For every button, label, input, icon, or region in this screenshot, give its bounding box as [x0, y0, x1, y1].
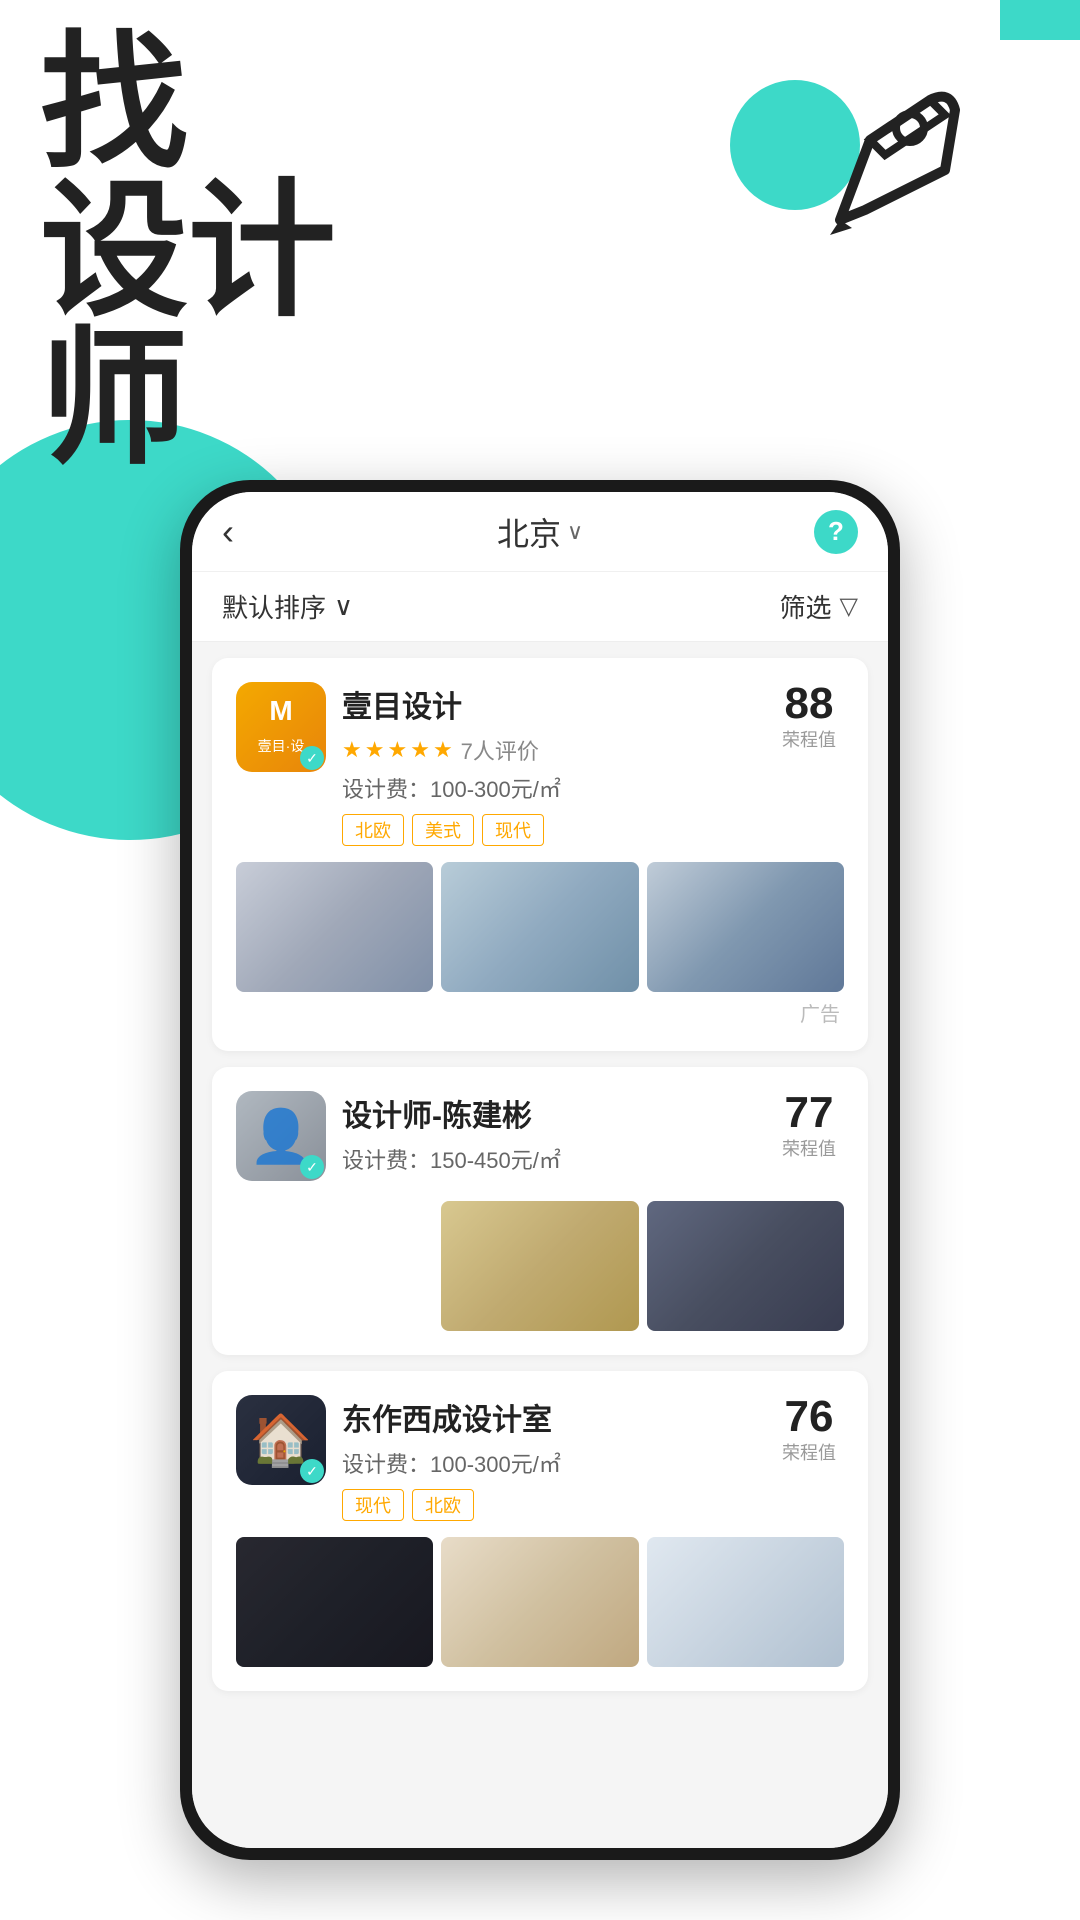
price-2: 设计费：150-450元/㎡ [342, 1143, 774, 1175]
sort-chevron-icon: ∨ [334, 591, 353, 622]
designer-card[interactable]: M壹目·设 ✓ 壹目设计 ★ ★ ★ [212, 658, 868, 1051]
verified-badge-2: ✓ [300, 1155, 324, 1179]
back-button[interactable]: ‹ [222, 511, 234, 553]
hero-line3: 师 [40, 326, 336, 474]
score-box-3: 76 荣程值 [774, 1395, 844, 1465]
room-image-1b [441, 862, 638, 992]
card-left-3: 🏠 ✓ 东作西成设计室 设计费：100-300元/㎡ 现代 北欧 [236, 1395, 774, 1521]
pen-icon [780, 60, 980, 260]
rating-row-1: ★ ★ ★ ★ ★ 7人评价 [342, 734, 774, 766]
help-button[interactable]: ? [814, 510, 858, 554]
image-grid-1 [236, 862, 844, 992]
phone-mockup: ‹ 北京 ∨ ? 默认排序 ∨ 筛选 ▽ [180, 480, 900, 1860]
price-1: 设计费：100-300元/㎡ [342, 772, 774, 804]
cards-container[interactable]: M壹目·设 ✓ 壹目设计 ★ ★ ★ [192, 642, 888, 1848]
card-info-2: 设计师-陈建彬 设计费：150-450元/㎡ [342, 1091, 774, 1185]
avatar-1: M壹目·设 ✓ [236, 682, 326, 772]
card-header-2: 👤 ✓ 设计师-陈建彬 设计费：150-450元/㎡ 77 荣程值 [236, 1091, 844, 1185]
designer-name-2: 设计师-陈建彬 [342, 1091, 774, 1135]
score-label-2: 荣程值 [774, 1135, 844, 1161]
hero-line1: 找 [40, 30, 336, 178]
avatar-2: 👤 ✓ [236, 1091, 326, 1181]
image-grid-3 [236, 1537, 844, 1667]
header-title[interactable]: 北京 ∨ [497, 509, 583, 555]
tags-row-3: 现代 北欧 [342, 1489, 774, 1521]
score-label-1: 荣程值 [774, 726, 844, 752]
image-grid-2 [236, 1201, 844, 1331]
card-header-1: M壹目·设 ✓ 壹目设计 ★ ★ ★ [236, 682, 844, 846]
hero-text-block: 找 设计 师 [40, 30, 336, 474]
designer-card-3[interactable]: 🏠 ✓ 东作西成设计室 设计费：100-300元/㎡ 现代 北欧 [212, 1371, 868, 1691]
tag-american: 美式 [412, 814, 474, 846]
filter-button[interactable]: 筛选 ▽ [780, 588, 858, 625]
verified-badge-3: ✓ [300, 1459, 324, 1483]
price-3: 设计费：100-300元/㎡ [342, 1447, 774, 1479]
tag-modern-3: 现代 [342, 1489, 404, 1521]
score-label-3: 荣程值 [774, 1439, 844, 1465]
score-box-2: 77 荣程值 [774, 1091, 844, 1161]
city-chevron-icon: ∨ [567, 519, 583, 545]
card-info-1: 壹目设计 ★ ★ ★ ★ ★ 7人评价 [342, 682, 774, 846]
tag-nordic: 北欧 [342, 814, 404, 846]
review-count-1: 7人评价 [461, 734, 539, 766]
designer-name-1: 壹目设计 [342, 682, 774, 726]
filter-bar: 默认排序 ∨ 筛选 ▽ [192, 572, 888, 642]
tags-row-1: 北欧 美式 现代 [342, 814, 774, 846]
stars-1: ★ ★ ★ ★ ★ [342, 737, 453, 763]
designer-name-3: 东作西成设计室 [342, 1395, 774, 1439]
card-info-3: 东作西成设计室 设计费：100-300元/㎡ 现代 北欧 [342, 1395, 774, 1521]
verified-badge-1: ✓ [300, 746, 324, 770]
tag-modern: 现代 [482, 814, 544, 846]
tag-nordic-3: 北欧 [412, 1489, 474, 1521]
room-image-2c [647, 1201, 844, 1331]
room-image-3c [647, 1537, 844, 1667]
sort-dropdown[interactable]: 默认排序 ∨ [222, 588, 353, 625]
card-header-3: 🏠 ✓ 东作西成设计室 设计费：100-300元/㎡ 现代 北欧 [236, 1395, 844, 1521]
room-image-2b [441, 1201, 638, 1331]
phone-screen: ‹ 北京 ∨ ? 默认排序 ∨ 筛选 ▽ [192, 492, 888, 1848]
ad-label: 广告 [236, 998, 844, 1027]
room-image-1c [647, 862, 844, 992]
room-image-3a [236, 1537, 433, 1667]
room-image-3b [441, 1537, 638, 1667]
filter-funnel-icon: ▽ [840, 592, 858, 621]
score-number-3: 76 [774, 1395, 844, 1439]
bg-rect-decoration [1000, 0, 1080, 40]
room-image-1a [236, 862, 433, 992]
room-image-2a [236, 1201, 433, 1331]
card-left-1: M壹目·设 ✓ 壹目设计 ★ ★ ★ [236, 682, 774, 846]
score-box-1: 88 荣程值 [774, 682, 844, 752]
hero-line2: 设计 [40, 178, 336, 326]
designer-card-2[interactable]: 👤 ✓ 设计师-陈建彬 设计费：150-450元/㎡ 77 荣程值 [212, 1067, 868, 1355]
app-header: ‹ 北京 ∨ ? [192, 492, 888, 572]
avatar-3: 🏠 ✓ [236, 1395, 326, 1485]
score-number-2: 77 [774, 1091, 844, 1135]
scroll-content: M壹目·设 ✓ 壹目设计 ★ ★ ★ [192, 642, 888, 1848]
card-left-2: 👤 ✓ 设计师-陈建彬 设计费：150-450元/㎡ [236, 1091, 774, 1185]
score-number-1: 88 [774, 682, 844, 726]
